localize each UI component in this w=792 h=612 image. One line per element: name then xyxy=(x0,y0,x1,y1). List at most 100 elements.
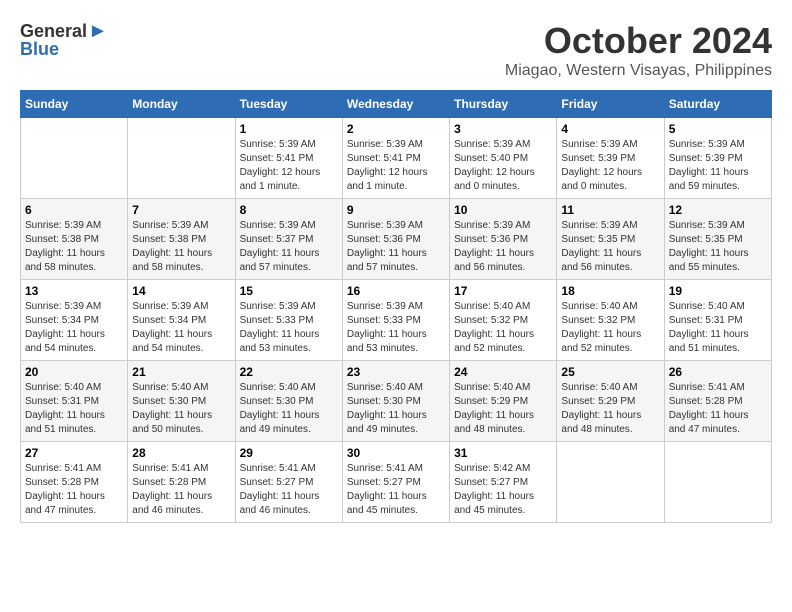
calendar-week-5: 27 Sunrise: 5:41 AMSunset: 5:28 PMDayligh… xyxy=(21,442,772,523)
day-content: Sunrise: 5:39 AMSunset: 5:35 PMDaylight:… xyxy=(561,219,659,275)
day-number: 4 xyxy=(561,122,659,136)
day-number: 24 xyxy=(454,365,552,379)
day-number: 3 xyxy=(454,122,552,136)
calendar-cell: 24 Sunrise: 5:40 AMSunset: 5:29 PMDayligh… xyxy=(450,361,557,442)
day-content: Sunrise: 5:39 AMSunset: 5:37 PMDaylight:… xyxy=(240,219,338,275)
calendar-cell: 15 Sunrise: 5:39 AMSunset: 5:33 PMDayligh… xyxy=(235,280,342,361)
day-number: 31 xyxy=(454,446,552,460)
day-content: Sunrise: 5:40 AMSunset: 5:31 PMDaylight:… xyxy=(669,300,767,356)
day-content: Sunrise: 5:40 AMSunset: 5:32 PMDaylight:… xyxy=(561,300,659,356)
column-header-thursday: Thursday xyxy=(450,91,557,118)
day-content: Sunrise: 5:39 AMSunset: 5:40 PMDaylight:… xyxy=(454,138,552,194)
day-content: Sunrise: 5:40 AMSunset: 5:30 PMDaylight:… xyxy=(240,381,338,437)
calendar-cell xyxy=(664,442,771,523)
day-number: 29 xyxy=(240,446,338,460)
day-number: 10 xyxy=(454,203,552,217)
day-number: 27 xyxy=(25,446,123,460)
day-content: Sunrise: 5:39 AMSunset: 5:38 PMDaylight:… xyxy=(132,219,230,275)
day-number: 23 xyxy=(347,365,445,379)
day-number: 20 xyxy=(25,365,123,379)
calendar-cell: 5Sunrise: 5:39 AMSunset: 5:39 PMDaylight… xyxy=(664,118,771,199)
month-title: October 2024 xyxy=(505,20,772,62)
column-header-friday: Friday xyxy=(557,91,664,118)
day-number: 8 xyxy=(240,203,338,217)
day-number: 15 xyxy=(240,284,338,298)
day-number: 30 xyxy=(347,446,445,460)
day-content: Sunrise: 5:42 AMSunset: 5:27 PMDaylight:… xyxy=(454,462,552,518)
calendar-cell: 18 Sunrise: 5:40 AMSunset: 5:32 PMDayligh… xyxy=(557,280,664,361)
day-number: 25 xyxy=(561,365,659,379)
calendar-week-3: 13 Sunrise: 5:39 AMSunset: 5:34 PMDayligh… xyxy=(21,280,772,361)
calendar-cell: 10 Sunrise: 5:39 AMSunset: 5:36 PMDayligh… xyxy=(450,199,557,280)
logo-bird-icon: ► xyxy=(88,20,108,43)
calendar-table: SundayMondayTuesdayWednesdayThursdayFrid… xyxy=(20,90,772,523)
day-number: 17 xyxy=(454,284,552,298)
day-content: Sunrise: 5:39 AMSunset: 5:33 PMDaylight:… xyxy=(347,300,445,356)
calendar-cell xyxy=(128,118,235,199)
day-number: 16 xyxy=(347,284,445,298)
day-content: Sunrise: 5:39 AMSunset: 5:35 PMDaylight:… xyxy=(669,219,767,275)
calendar-cell: 14Sunrise: 5:39 AMSunset: 5:34 PMDayligh… xyxy=(128,280,235,361)
column-header-wednesday: Wednesday xyxy=(342,91,449,118)
day-content: Sunrise: 5:41 AMSunset: 5:27 PMDaylight:… xyxy=(347,462,445,518)
day-content: Sunrise: 5:39 AMSunset: 5:41 PMDaylight:… xyxy=(240,138,338,194)
day-content: Sunrise: 5:39 AMSunset: 5:36 PMDaylight:… xyxy=(454,219,552,275)
calendar-cell: 26Sunrise: 5:41 AMSunset: 5:28 PMDayligh… xyxy=(664,361,771,442)
day-number: 18 xyxy=(561,284,659,298)
day-content: Sunrise: 5:40 AMSunset: 5:29 PMDaylight:… xyxy=(454,381,552,437)
calendar-cell: 8 Sunrise: 5:39 AMSunset: 5:37 PMDaylight… xyxy=(235,199,342,280)
day-content: Sunrise: 5:41 AMSunset: 5:28 PMDaylight:… xyxy=(132,462,230,518)
calendar-cell: 29 Sunrise: 5:41 AMSunset: 5:27 PMDayligh… xyxy=(235,442,342,523)
column-header-saturday: Saturday xyxy=(664,91,771,118)
day-number: 13 xyxy=(25,284,123,298)
calendar-cell: 2 Sunrise: 5:39 AMSunset: 5:41 PMDaylight… xyxy=(342,118,449,199)
day-content: Sunrise: 5:39 AMSunset: 5:41 PMDaylight:… xyxy=(347,138,445,194)
day-number: 14 xyxy=(132,284,230,298)
day-content: Sunrise: 5:39 AMSunset: 5:39 PMDaylight:… xyxy=(669,138,767,194)
calendar-cell: 21 Sunrise: 5:40 AMSunset: 5:30 PMDayligh… xyxy=(128,361,235,442)
calendar-cell: 13 Sunrise: 5:39 AMSunset: 5:34 PMDayligh… xyxy=(21,280,128,361)
calendar-cell: 30 Sunrise: 5:41 AMSunset: 5:27 PMDayligh… xyxy=(342,442,449,523)
calendar-cell: 3 Sunrise: 5:39 AMSunset: 5:40 PMDaylight… xyxy=(450,118,557,199)
day-number: 21 xyxy=(132,365,230,379)
day-content: Sunrise: 5:39 AMSunset: 5:33 PMDaylight:… xyxy=(240,300,338,356)
calendar-week-2: 6 Sunrise: 5:39 AMSunset: 5:38 PMDaylight… xyxy=(21,199,772,280)
calendar-cell xyxy=(557,442,664,523)
calendar-week-4: 20 Sunrise: 5:40 AMSunset: 5:31 PMDayligh… xyxy=(21,361,772,442)
calendar-cell xyxy=(21,118,128,199)
calendar-cell: 19 Sunrise: 5:40 AMSunset: 5:31 PMDayligh… xyxy=(664,280,771,361)
calendar-cell: 31 Sunrise: 5:42 AMSunset: 5:27 PMDayligh… xyxy=(450,442,557,523)
calendar-cell: 6 Sunrise: 5:39 AMSunset: 5:38 PMDaylight… xyxy=(21,199,128,280)
calendar-cell: 16 Sunrise: 5:39 AMSunset: 5:33 PMDayligh… xyxy=(342,280,449,361)
day-number: 9 xyxy=(347,203,445,217)
calendar-cell: 27Sunrise: 5:41 AMSunset: 5:28 PMDayligh… xyxy=(21,442,128,523)
day-number: 2 xyxy=(347,122,445,136)
day-number: 1 xyxy=(240,122,338,136)
calendar-cell: 23Sunrise: 5:40 AMSunset: 5:30 PMDayligh… xyxy=(342,361,449,442)
day-content: Sunrise: 5:39 AMSunset: 5:38 PMDaylight:… xyxy=(25,219,123,275)
logo: General ► Blue xyxy=(20,20,108,60)
calendar-week-1: 1 Sunrise: 5:39 AMSunset: 5:41 PMDaylight… xyxy=(21,118,772,199)
day-number: 19 xyxy=(669,284,767,298)
day-content: Sunrise: 5:39 AMSunset: 5:34 PMDaylight:… xyxy=(25,300,123,356)
day-content: Sunrise: 5:39 AMSunset: 5:39 PMDaylight:… xyxy=(561,138,659,194)
calendar-cell: 9 Sunrise: 5:39 AMSunset: 5:36 PMDaylight… xyxy=(342,199,449,280)
calendar-header-row: SundayMondayTuesdayWednesdayThursdayFrid… xyxy=(21,91,772,118)
day-number: 11 xyxy=(561,203,659,217)
calendar-cell: 1 Sunrise: 5:39 AMSunset: 5:41 PMDaylight… xyxy=(235,118,342,199)
column-header-monday: Monday xyxy=(128,91,235,118)
day-content: Sunrise: 5:40 AMSunset: 5:29 PMDaylight:… xyxy=(561,381,659,437)
day-number: 26 xyxy=(669,365,767,379)
day-number: 28 xyxy=(132,446,230,460)
day-content: Sunrise: 5:40 AMSunset: 5:30 PMDaylight:… xyxy=(132,381,230,437)
calendar-cell: 12Sunrise: 5:39 AMSunset: 5:35 PMDayligh… xyxy=(664,199,771,280)
column-header-sunday: Sunday xyxy=(21,91,128,118)
day-content: Sunrise: 5:39 AMSunset: 5:36 PMDaylight:… xyxy=(347,219,445,275)
day-content: Sunrise: 5:40 AMSunset: 5:31 PMDaylight:… xyxy=(25,381,123,437)
day-number: 7 xyxy=(132,203,230,217)
day-content: Sunrise: 5:40 AMSunset: 5:32 PMDaylight:… xyxy=(454,300,552,356)
day-number: 6 xyxy=(25,203,123,217)
calendar-cell: 7 Sunrise: 5:39 AMSunset: 5:38 PMDaylight… xyxy=(128,199,235,280)
day-content: Sunrise: 5:41 AMSunset: 5:27 PMDaylight:… xyxy=(240,462,338,518)
calendar-cell: 4 Sunrise: 5:39 AMSunset: 5:39 PMDaylight… xyxy=(557,118,664,199)
